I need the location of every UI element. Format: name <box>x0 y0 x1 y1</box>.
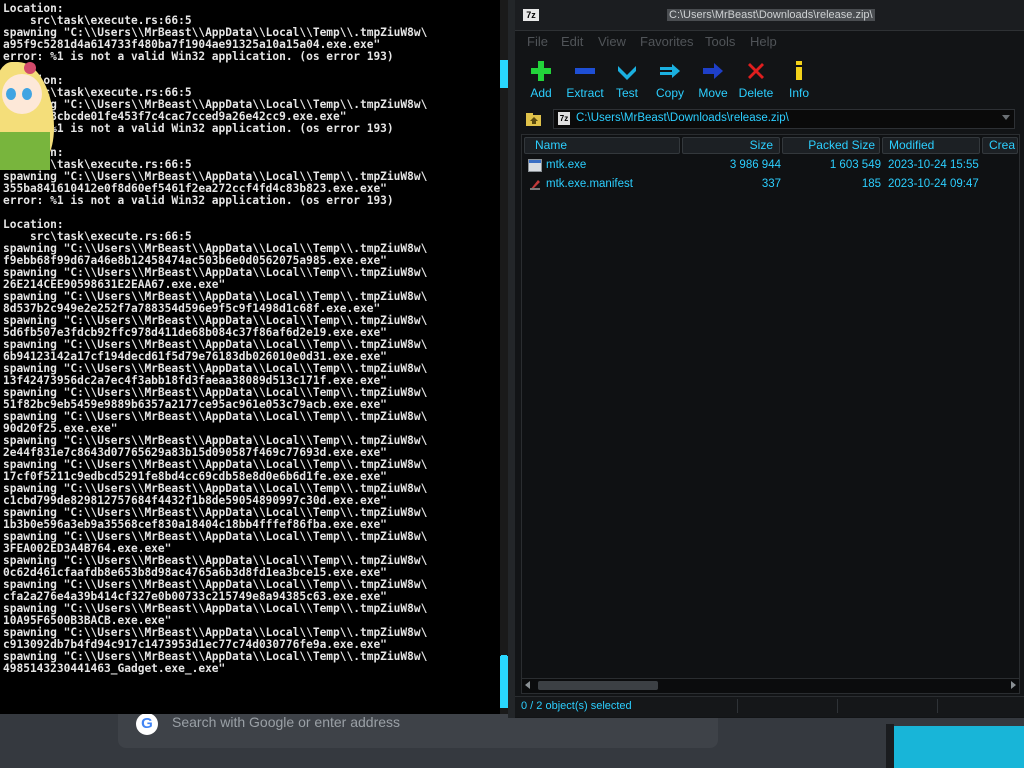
table-row[interactable]: mtk.exe.manifest 337 185 2023-10-24 09:4… <box>522 176 1019 194</box>
test-label: Test <box>615 86 638 100</box>
test-button[interactable]: Test <box>613 60 641 100</box>
table-row[interactable]: mtk.exe 3 986 944 1 603 549 2023-10-24 1… <box>522 157 1019 175</box>
background-divider <box>886 724 894 768</box>
column-header-created[interactable]: Crea <box>982 137 1018 154</box>
status-divider <box>837 699 838 713</box>
file-name: mtk.exe.manifest <box>546 178 633 190</box>
window-title: C:\Users\MrBeast\Downloads\release.zip\ <box>667 9 875 21</box>
checkmark-icon <box>618 66 636 80</box>
horizontal-scrollbar[interactable] <box>521 678 1020 694</box>
file-list[interactable]: Name Size Packed Size Modified Crea mtk.… <box>521 134 1020 680</box>
archive-manager-window[interactable]: 7z C:\Users\MrBeast\Downloads\release.zi… <box>515 0 1024 718</box>
menu-edit[interactable]: Edit <box>561 34 583 49</box>
move-button[interactable]: Move <box>698 60 728 100</box>
status-bar: 0 / 2 object(s) selected <box>515 696 1024 717</box>
info-icon <box>796 61 802 80</box>
selection-status: 0 / 2 object(s) selected <box>521 700 632 712</box>
search-placeholder[interactable]: Search with Google or enter address <box>172 714 400 730</box>
file-name: mtk.exe <box>546 159 587 171</box>
arrow-right-icon <box>703 63 723 79</box>
info-label: Info <box>788 86 809 100</box>
file-size: 3 986 944 <box>729 159 781 171</box>
manifest-file-icon <box>530 180 540 190</box>
delete-label: Delete <box>738 86 774 100</box>
title-bar[interactable]: 7z C:\Users\MrBeast\Downloads\release.zi… <box>515 0 1024 31</box>
status-divider <box>737 699 738 713</box>
background-panel <box>894 726 1024 768</box>
menu-favorites[interactable]: Favorites <box>640 34 693 49</box>
column-size-label: Size <box>749 138 773 152</box>
double-arrow-icon <box>660 64 680 78</box>
folder-up-icon[interactable] <box>525 110 543 128</box>
file-modified: 2023-10-24 09:47 <box>888 178 979 190</box>
google-icon: G <box>136 713 158 735</box>
column-name-label: Name <box>535 138 568 152</box>
column-header-modified[interactable]: Modified <box>882 137 980 154</box>
move-label: Move <box>698 86 728 100</box>
address-input[interactable]: 7z C:\Users\MrBeast\Downloads\release.zi… <box>553 109 1015 129</box>
chevron-down-icon[interactable] <box>1002 115 1010 120</box>
minus-icon <box>575 68 595 74</box>
frame-accent <box>500 60 508 88</box>
file-size: 337 <box>761 178 781 190</box>
address-text: C:\Users\MrBeast\Downloads\release.zip\ <box>576 112 789 124</box>
zip-archive-icon: 7z <box>558 112 570 125</box>
address-bar: 7z C:\Users\MrBeast\Downloads\release.zi… <box>515 108 1024 130</box>
frame-accent <box>500 656 508 708</box>
menu-help[interactable]: Help <box>750 34 777 49</box>
toolbar: Add Extract Test Copy Move Delete Info <box>515 56 1024 104</box>
menu-file[interactable]: File <box>527 34 548 49</box>
column-created-label: Crea <box>989 138 1016 152</box>
delete-button[interactable]: Delete <box>737 60 775 100</box>
column-header-packed-size[interactable]: Packed Size <box>782 137 880 154</box>
status-divider <box>937 699 938 713</box>
column-packed-label: Packed Size <box>808 138 875 152</box>
column-header-size[interactable]: Size <box>682 137 780 154</box>
scroll-thumb[interactable] <box>538 681 658 690</box>
console-window[interactable]: Location: src\task\execute.rs:66:5 spawn… <box>0 0 508 714</box>
scroll-left-icon[interactable] <box>525 681 530 689</box>
menu-bar: File Edit View Favorites Tools Help <box>515 30 1024 52</box>
extract-label: Extract <box>566 86 604 100</box>
plus-icon <box>531 61 551 81</box>
app-icon: 7z <box>523 9 539 21</box>
exe-file-icon <box>528 159 542 172</box>
file-packed-size: 1 603 549 <box>829 159 881 171</box>
add-label: Add <box>530 86 552 100</box>
scroll-right-icon[interactable] <box>1011 681 1016 689</box>
copy-label: Copy <box>655 86 684 100</box>
info-button[interactable]: Info <box>787 60 811 100</box>
file-packed-size: 185 <box>861 178 881 190</box>
console-scrollbar[interactable] <box>500 0 508 714</box>
extract-button[interactable]: Extract <box>565 60 605 100</box>
column-header-name[interactable]: Name <box>524 137 680 154</box>
file-modified: 2023-10-24 15:55 <box>888 159 979 171</box>
menu-tools[interactable]: Tools <box>705 34 735 49</box>
console-output: Location: src\task\execute.rs:66:5 spawn… <box>3 2 428 675</box>
x-icon <box>748 63 764 79</box>
menu-view[interactable]: View <box>598 34 626 49</box>
column-modified-label: Modified <box>889 138 935 152</box>
add-button[interactable]: Add <box>527 60 555 100</box>
copy-button[interactable]: Copy <box>655 60 685 100</box>
